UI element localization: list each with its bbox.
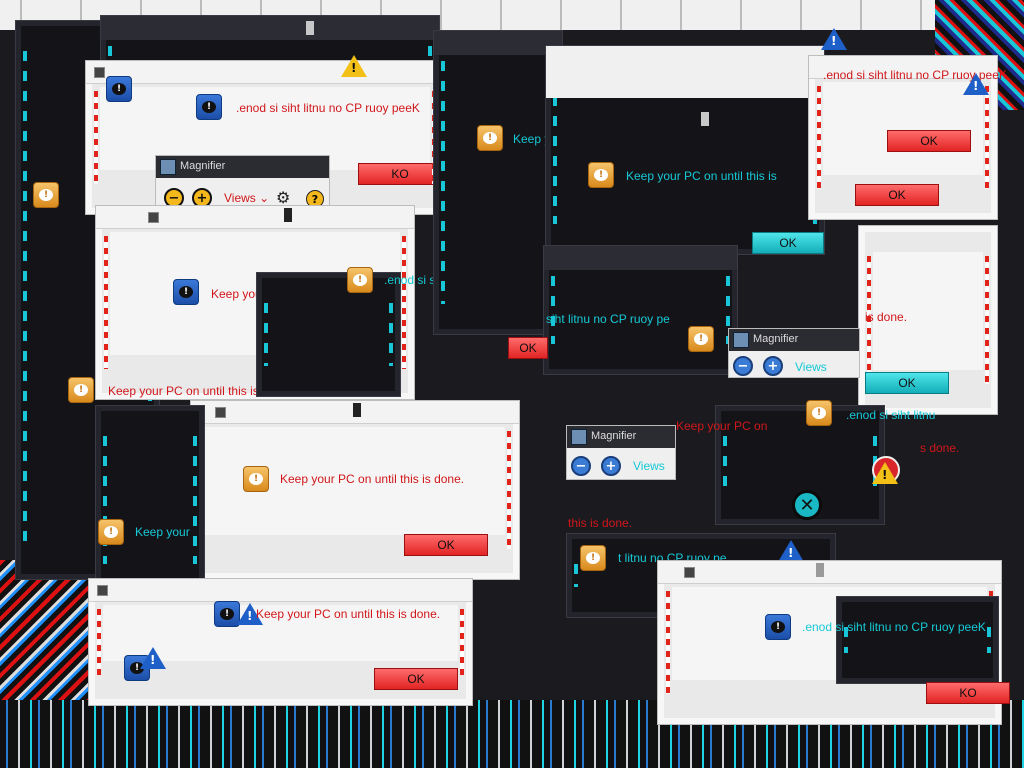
dialog-titlebar[interactable] [546, 46, 824, 98]
dialog-message: siht litnu no CP ruoy pe [546, 312, 670, 326]
warning-triangle-icon: ! [821, 28, 847, 50]
info-icon: ! [196, 94, 222, 120]
dialog-message: this is done. [568, 516, 633, 530]
dialog-message: Keep your PC on until this is done. [256, 607, 441, 621]
magnifier-titlebar[interactable]: Magnifier [729, 329, 859, 351]
views-menu[interactable]: Views [633, 459, 665, 473]
dialog-dark-6 [543, 245, 738, 375]
dialog-titlebar[interactable] [434, 31, 562, 55]
dialog-dark-8 [95, 405, 205, 595]
views-label: Views [795, 360, 827, 374]
warning-icon: ! [347, 267, 373, 293]
magnifier-titlebar[interactable]: Magnifier [567, 426, 675, 448]
dialog-message: .enod si siht litnu no CP ruoy peeK [802, 620, 986, 634]
zoom-out-button[interactable]: − [733, 356, 753, 376]
system-menu-icon[interactable] [148, 212, 159, 223]
dialog-light-5: ! Keep your PC on until this is done. OK [190, 400, 520, 580]
dialog-titlebar[interactable] [86, 61, 444, 84]
dialog-light-4: is done. OK [858, 225, 998, 415]
zoom-in-button[interactable]: + [763, 356, 783, 376]
warning-triangle-icon: ! [140, 647, 166, 669]
chevron-down-icon: ⌄ [259, 191, 270, 205]
magnifier-icon [571, 429, 587, 445]
info-icon: ! [173, 279, 199, 305]
magnifier-title: Magnifier [753, 333, 799, 345]
warning-icon: ! [477, 125, 503, 151]
magnifier-titlebar[interactable]: Magnifier [156, 156, 329, 178]
dialog-message: s done. [920, 441, 960, 455]
desktop-glitch-cascade: ! ! .enod si siht litnu no CP ruoy peeK … [0, 0, 1024, 768]
dialog-dark-5 [545, 45, 825, 255]
ok-button[interactable]: OK [855, 184, 939, 206]
dialog-dark-10 [836, 596, 999, 684]
dialog-dark-3 [256, 272, 401, 397]
dialog-titlebar[interactable] [191, 401, 519, 424]
views-label: Views [633, 459, 665, 473]
magnifier-window: Magnifier − + Views [728, 328, 860, 378]
ok-button[interactable]: OK [508, 337, 548, 359]
warning-icon: ! [243, 466, 269, 492]
system-menu-icon[interactable] [94, 67, 105, 78]
dialog-message: Keep your PC on until this is done. [280, 472, 465, 486]
views-menu[interactable]: Views [795, 360, 827, 374]
dialog-message: .enod si siht litnu no CP ruoy peeK [236, 101, 420, 115]
magnifier-title: Magnifier [591, 430, 637, 442]
warning-icon: ! [580, 545, 606, 571]
warning-icon: ! [68, 377, 94, 403]
window-grip[interactable] [284, 208, 292, 222]
magnifier-icon [733, 332, 749, 348]
dialog-message: Keep your PC on until this is [108, 384, 259, 398]
system-menu-icon[interactable] [684, 567, 695, 578]
info-icon: ! [106, 76, 132, 102]
warning-triangle-icon: ! [872, 462, 898, 484]
window-grip[interactable] [353, 403, 361, 417]
system-menu-icon[interactable] [97, 585, 108, 596]
magnifier-window: Magnifier − + Views [566, 425, 676, 480]
warning-icon: ! [806, 400, 832, 426]
window-grip[interactable] [816, 563, 824, 577]
ok-button[interactable]: OK [865, 372, 949, 394]
ok-button[interactable]: OK [752, 232, 824, 254]
warning-triangle-icon: ! [963, 73, 989, 95]
warning-triangle-icon: ! [778, 540, 804, 562]
dialog-titlebar[interactable] [658, 561, 1001, 584]
dialog-message: Keep your PC on [676, 419, 768, 433]
warning-triangle-icon: ! [341, 55, 367, 77]
dialog-titlebar[interactable] [89, 579, 472, 602]
magnifier-icon [160, 159, 176, 175]
warning-icon: ! [98, 519, 124, 545]
ok-button[interactable]: OK [374, 668, 458, 690]
system-menu-icon[interactable] [215, 407, 226, 418]
views-menu[interactable]: Views ⌄ [224, 191, 269, 205]
warning-icon: ! [33, 182, 59, 208]
dialog-message: Keep your [135, 525, 190, 539]
ok-button[interactable]: OK [887, 130, 971, 152]
window-grip[interactable] [306, 21, 314, 35]
warning-icon: ! [688, 326, 714, 352]
dialog-titlebar[interactable] [96, 206, 414, 229]
window-grip[interactable] [701, 112, 709, 126]
warning-icon: ! [588, 162, 614, 188]
dialog-message: Keep your PC on until this is [626, 169, 777, 183]
dialog-light-6: ! ! ! ! Keep your PC on until this is do… [88, 578, 473, 706]
dialog-body [823, 82, 983, 175]
views-label: Views [224, 191, 256, 205]
ok-button[interactable]: OK [404, 534, 488, 556]
zoom-in-button[interactable]: + [601, 456, 621, 476]
magnifier-title: Magnifier [180, 160, 226, 172]
zoom-out-button[interactable]: − [571, 456, 591, 476]
dialog-message: .enod si siht litnu [846, 408, 936, 422]
dialog-titlebar[interactable] [544, 246, 737, 270]
ok-button[interactable]: KO [358, 163, 442, 185]
error-icon: ✕ [792, 490, 822, 520]
info-icon: ! [765, 614, 791, 640]
ok-button[interactable]: KO [926, 682, 1010, 704]
dialog-message: is done. [865, 310, 908, 324]
dialog-titlebar[interactable] [101, 16, 439, 40]
